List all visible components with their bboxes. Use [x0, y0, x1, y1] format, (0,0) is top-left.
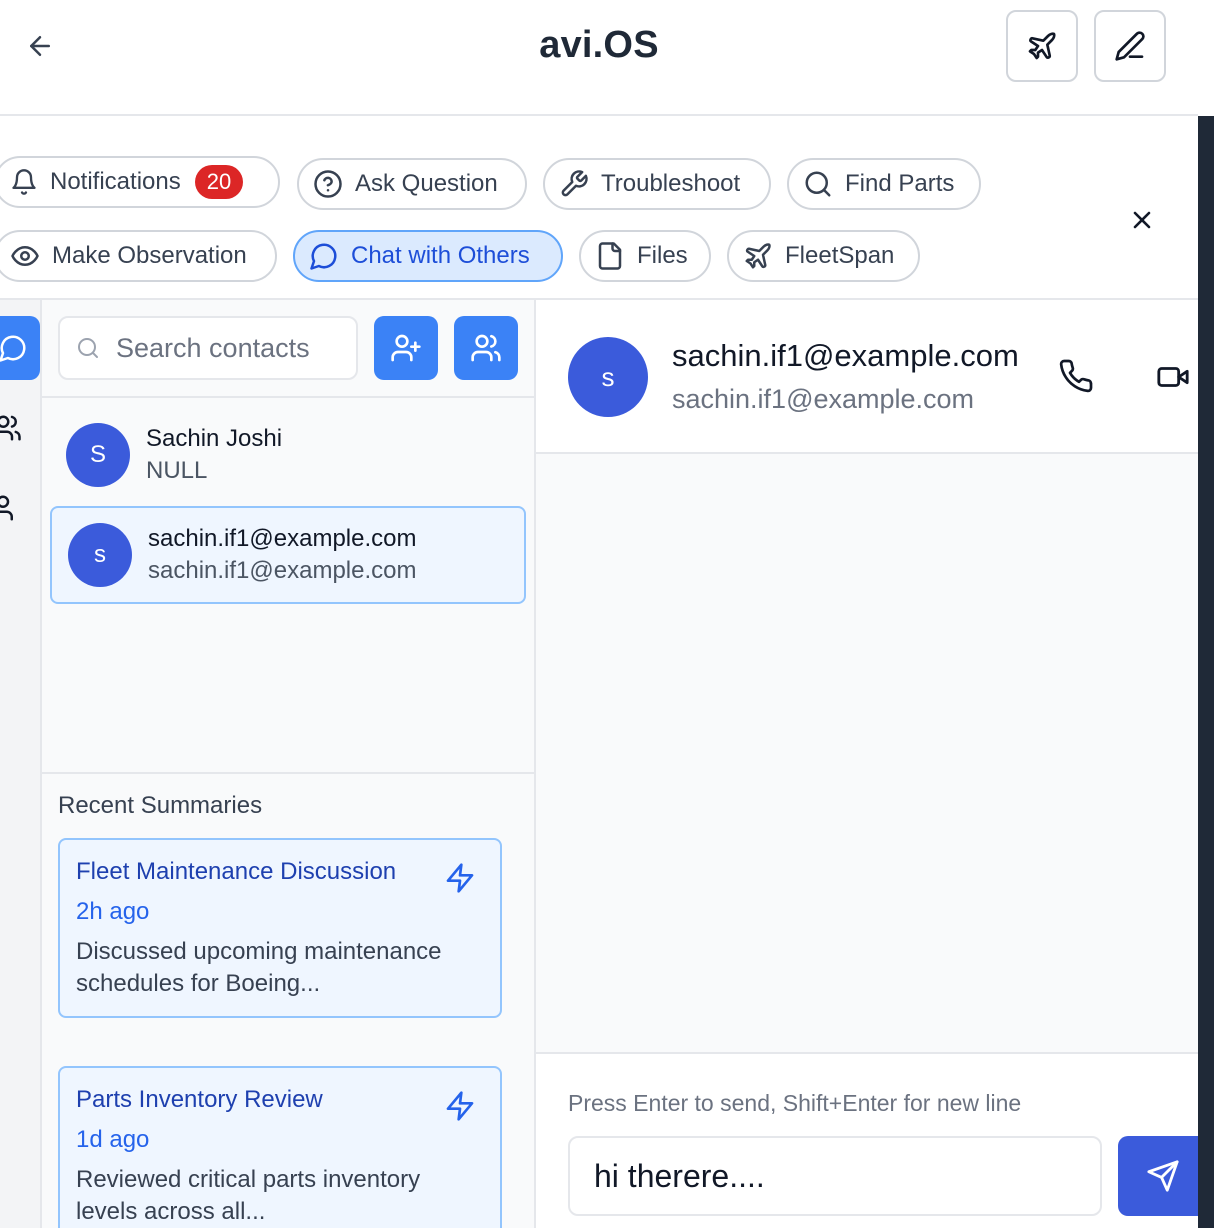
message-input[interactable]: [568, 1136, 1102, 1216]
contact-list-item-selected[interactable]: s sachin.if1@example.com sachin.if1@exam…: [50, 506, 526, 604]
video-icon: [1157, 367, 1189, 387]
summary-time: 1d ago: [76, 1126, 150, 1153]
divider: [42, 772, 534, 774]
chat-header: s sachin.if1@example.com sachin.if1@exam…: [536, 300, 1198, 454]
summary-card[interactable]: Parts Inventory Review 1d ago Reviewed c…: [58, 1066, 502, 1228]
notification-count-badge: 20: [194, 165, 244, 199]
avatar: s: [568, 337, 648, 417]
chat-bubble-icon: [0, 335, 26, 362]
message-area: [536, 454, 1198, 1054]
window-edge-dark: [1198, 116, 1214, 1228]
help-circle-icon: [314, 170, 342, 198]
rail-item-profile[interactable]: [0, 488, 40, 528]
voice-call-button[interactable]: [1058, 358, 1094, 399]
user-icon: [0, 495, 13, 521]
chip-notifications[interactable]: Notifications 20: [0, 156, 280, 208]
chip-label: FleetSpan: [785, 242, 895, 269]
bell-icon: [12, 169, 36, 195]
contact-subtitle: NULL: [146, 457, 208, 484]
app-window: avi.OS Notifications 20 Ask Question Tro…: [0, 0, 1198, 1228]
flight-button[interactable]: [1006, 10, 1078, 82]
close-icon: [1133, 211, 1151, 229]
edit-button[interactable]: [1094, 10, 1166, 82]
search-icon: [805, 171, 831, 197]
search-contacts-input[interactable]: [116, 332, 336, 364]
contact-subtitle: sachin.if1@example.com: [148, 557, 417, 584]
rail-item-chats[interactable]: [0, 316, 40, 380]
chat-panel: s sachin.if1@example.com sachin.if1@exam…: [536, 300, 1198, 1228]
avatar: s: [68, 523, 132, 587]
contacts-panel: S Sachin Joshi NULL s sachin.if1@example…: [42, 300, 536, 1228]
chip-files[interactable]: Files: [579, 230, 711, 282]
search-contacts-box: [58, 316, 358, 380]
video-call-button[interactable]: [1156, 360, 1190, 399]
chip-find-parts[interactable]: Find Parts: [787, 158, 981, 210]
search-icon: [78, 338, 98, 358]
user-plus-icon: [391, 334, 421, 362]
lightning-icon: [446, 863, 474, 893]
quick-actions-bar: Notifications 20 Ask Question Troublesho…: [0, 116, 1198, 300]
chip-label: Troubleshoot: [601, 170, 741, 197]
contact-list-item[interactable]: S Sachin Joshi NULL: [50, 406, 526, 504]
pencil-icon: [1115, 31, 1145, 61]
chip-make-observation[interactable]: Make Observation: [0, 230, 277, 282]
eye-icon: [11, 246, 39, 266]
composer-hint: Press Enter to send, Shift+Enter for new…: [568, 1090, 1022, 1116]
chip-label: Make Observation: [52, 242, 247, 269]
wrench-icon: [561, 170, 588, 197]
phone-icon: [1059, 359, 1093, 393]
send-icon: [1147, 1160, 1179, 1192]
contact-name: sachin.if1@example.com: [148, 525, 417, 552]
chat-bubble-icon: [310, 243, 337, 270]
chip-fleetspan[interactable]: FleetSpan: [727, 230, 920, 282]
summary-description: Reviewed critical parts inventory levels…: [76, 1166, 421, 1225]
message-composer: Press Enter to send, Shift+Enter for new…: [536, 1052, 1198, 1228]
users-icon: [471, 334, 501, 362]
recent-summaries-heading: Recent Summaries: [58, 792, 263, 819]
lightning-icon: [446, 1091, 474, 1121]
chip-label: Chat with Others: [351, 242, 530, 269]
chip-ask-question[interactable]: Ask Question: [297, 158, 527, 210]
chat-contact-name: sachin.if1@example.com: [672, 338, 1019, 373]
divider: [42, 396, 534, 398]
summary-card[interactable]: Fleet Maintenance Discussion 2h ago Disc…: [58, 838, 502, 1018]
chip-chat-with-others[interactable]: Chat with Others: [293, 230, 563, 282]
chip-label: Find Parts: [845, 170, 955, 197]
add-contact-button[interactable]: [374, 316, 438, 380]
plane-icon: [1028, 32, 1056, 60]
chip-label: Notifications: [50, 168, 181, 195]
avatar: S: [66, 423, 130, 487]
new-group-button[interactable]: [454, 316, 518, 380]
summary-title: Parts Inventory Review: [76, 1086, 323, 1113]
rail-item-groups[interactable]: [0, 408, 40, 448]
summary-description: Discussed upcoming maintenance schedules…: [76, 938, 442, 997]
send-button[interactable]: [1118, 1136, 1198, 1216]
plane-icon: [745, 243, 771, 269]
file-icon: [598, 242, 622, 270]
chip-label: Ask Question: [355, 170, 498, 197]
users-icon: [0, 415, 21, 441]
contact-name: Sachin Joshi: [146, 425, 283, 452]
close-actions-button[interactable]: [1124, 202, 1160, 238]
summary-title: Fleet Maintenance Discussion: [76, 858, 397, 885]
chip-troubleshoot[interactable]: Troubleshoot: [543, 158, 771, 210]
left-nav-rail: [0, 300, 42, 1228]
top-header: avi.OS: [0, 0, 1198, 116]
chat-contact-email: sachin.if1@example.com: [672, 384, 975, 414]
summary-time: 2h ago: [76, 898, 150, 925]
chip-label: Files: [637, 242, 688, 269]
